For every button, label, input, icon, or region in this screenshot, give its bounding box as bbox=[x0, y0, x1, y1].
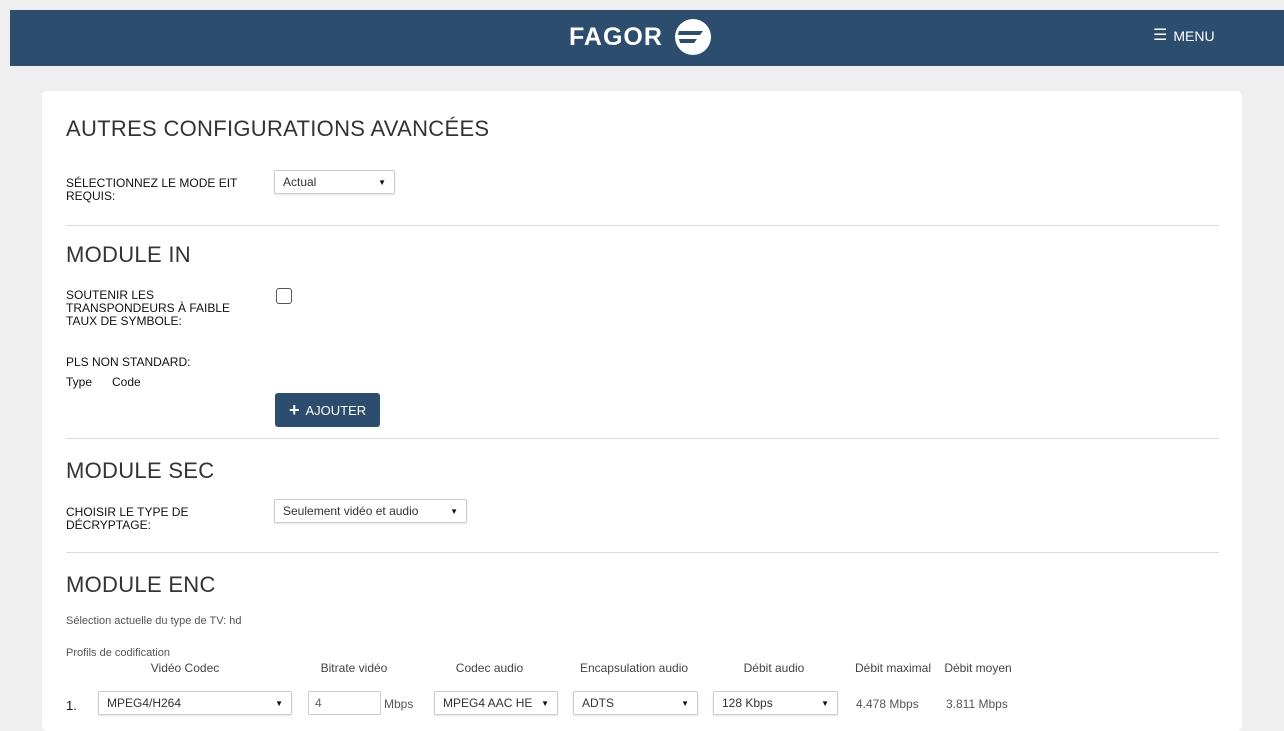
menu-button[interactable]: ☰ MENU bbox=[1153, 27, 1215, 45]
dropdown-arrow-icon: ▼ bbox=[821, 698, 829, 708]
tv-type-text: Sélection actuelle du type de TV: hd bbox=[66, 615, 242, 627]
decryption-type-select[interactable]: Seulement vidéo et audio ▼ bbox=[274, 499, 467, 523]
section-divider bbox=[66, 552, 1219, 553]
decryption-type-label-line2: DÉCRYPTAGE: bbox=[66, 518, 151, 532]
dropdown-arrow-icon: ▼ bbox=[681, 698, 689, 708]
bitrate-unit: Mbps bbox=[384, 697, 414, 711]
video-codec-select[interactable]: MPEG4/H264 ▼ bbox=[98, 691, 292, 715]
dropdown-arrow-icon: ▼ bbox=[275, 698, 283, 708]
module-enc-title: MODULE ENC bbox=[66, 572, 216, 597]
low-symbol-rate-checkbox[interactable] bbox=[276, 288, 292, 304]
audio-encapsulation-select[interactable]: ADTS ▼ bbox=[573, 691, 698, 715]
fagor-logo[interactable]: FAGOR bbox=[569, 12, 713, 62]
header-audio-encapsulation: Encapsulation audio bbox=[579, 661, 689, 675]
dropdown-arrow-icon: ▼ bbox=[450, 506, 458, 516]
pls-non-standard-label: PLS NON STANDARD: bbox=[66, 355, 191, 369]
eit-mode-value: Actual bbox=[283, 175, 317, 189]
eit-mode-label-line2: REQUIS: bbox=[66, 189, 116, 203]
advanced-config-title: AUTRES CONFIGURATIONS AVANCÉES bbox=[66, 116, 490, 141]
low-symbol-rate-label-line3: TAUX DE SYMBOLE: bbox=[66, 314, 182, 328]
add-pls-label: AJOUTER bbox=[305, 402, 367, 418]
header-audio-codec: Codec audio bbox=[455, 661, 524, 675]
header-max-rate: Débit maximal bbox=[854, 661, 932, 675]
pls-column-code: Code bbox=[112, 375, 141, 389]
audio-codec-value: MPEG4 AAC HE bbox=[443, 696, 533, 710]
audio-rate-select[interactable]: 128 Kbps ▼ bbox=[713, 691, 838, 715]
dropdown-arrow-icon: ▼ bbox=[378, 177, 386, 187]
header-avg-rate: Débit moyen bbox=[944, 661, 1012, 675]
section-divider bbox=[66, 225, 1219, 226]
decryption-type-label: CHOISIR LE TYPE DE DÉCRYPTAGE: bbox=[66, 506, 188, 532]
hamburger-icon: ☰ bbox=[1153, 27, 1168, 44]
video-codec-value: MPEG4/H264 bbox=[107, 696, 182, 710]
header-audio-rate: Débit audio bbox=[743, 661, 805, 675]
menu-label: MENU bbox=[1173, 28, 1215, 44]
audio-codec-select[interactable]: MPEG4 AAC HE ▼ bbox=[434, 691, 558, 715]
settings-card: AUTRES CONFIGURATIONS AVANCÉES SÉLECTION… bbox=[42, 91, 1242, 731]
pls-column-type: Type bbox=[66, 375, 93, 389]
profile-row-index: 1. bbox=[66, 698, 77, 713]
eit-mode-label: SÉLECTIONNEZ LE MODE EIT REQUIS: bbox=[66, 177, 237, 203]
header-video-codec: Vidéo Codec bbox=[150, 661, 220, 675]
module-sec-title: MODULE SEC bbox=[66, 458, 215, 483]
plus-icon: + bbox=[289, 400, 300, 420]
fagor-logo-icon bbox=[674, 19, 711, 55]
eit-mode-select[interactable]: Actual ▼ bbox=[274, 170, 395, 194]
audio-rate-value: 128 Kbps bbox=[722, 696, 773, 710]
module-in-title: MODULE IN bbox=[66, 242, 191, 267]
audio-encapsulation-value: ADTS bbox=[582, 696, 615, 710]
logo-text: FAGOR bbox=[569, 22, 663, 51]
max-rate-value: 4.478 Mbps bbox=[856, 697, 919, 711]
decryption-type-value: Seulement vidéo et audio bbox=[283, 504, 419, 518]
avg-rate-value: 3.811 Mbps bbox=[946, 697, 1008, 711]
video-bitrate-input[interactable]: 4 bbox=[308, 691, 381, 715]
low-symbol-rate-label: SOUTENIR LES TRANSPONDEURS À FAIBLE TAUX… bbox=[66, 289, 230, 328]
profiles-label: Profils de codification bbox=[66, 647, 170, 659]
section-divider bbox=[66, 438, 1219, 439]
top-navigation-bar: FAGOR ☰ MENU bbox=[10, 10, 1284, 66]
dropdown-arrow-icon: ▼ bbox=[541, 698, 549, 708]
header-video-bitrate: Bitrate vidéo bbox=[320, 661, 388, 675]
add-pls-button[interactable]: + AJOUTER bbox=[275, 393, 381, 427]
